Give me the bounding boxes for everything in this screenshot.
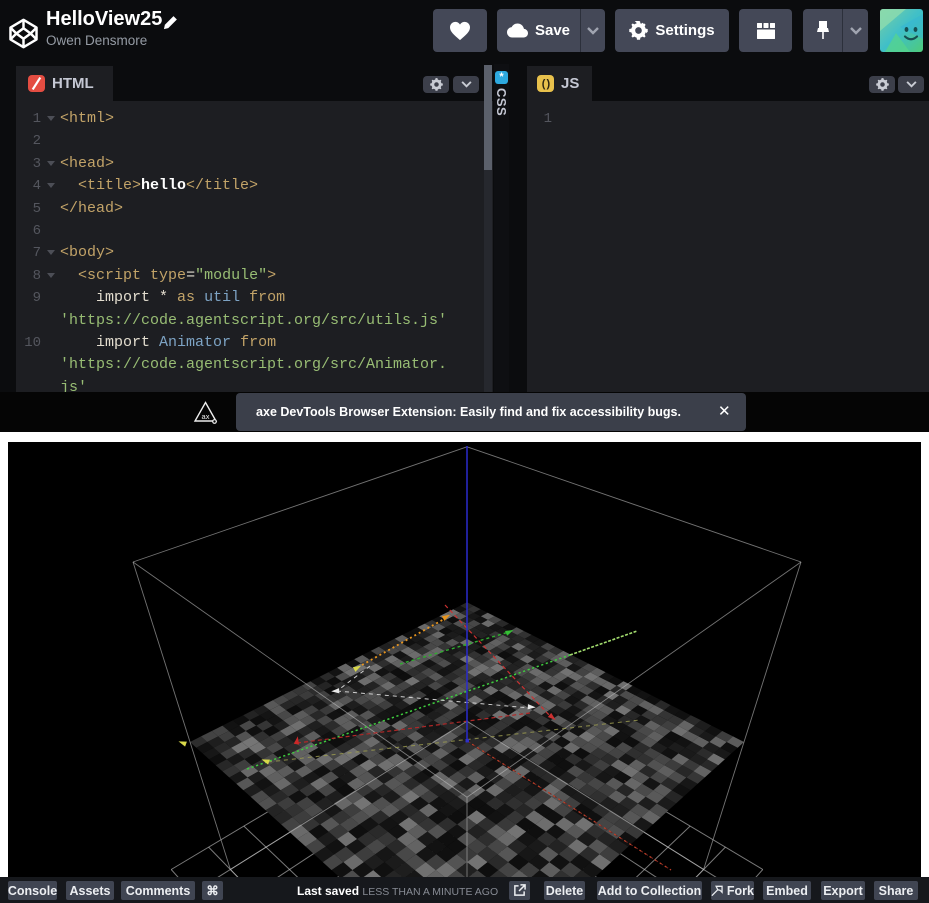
svg-text:ax: ax xyxy=(202,412,210,421)
